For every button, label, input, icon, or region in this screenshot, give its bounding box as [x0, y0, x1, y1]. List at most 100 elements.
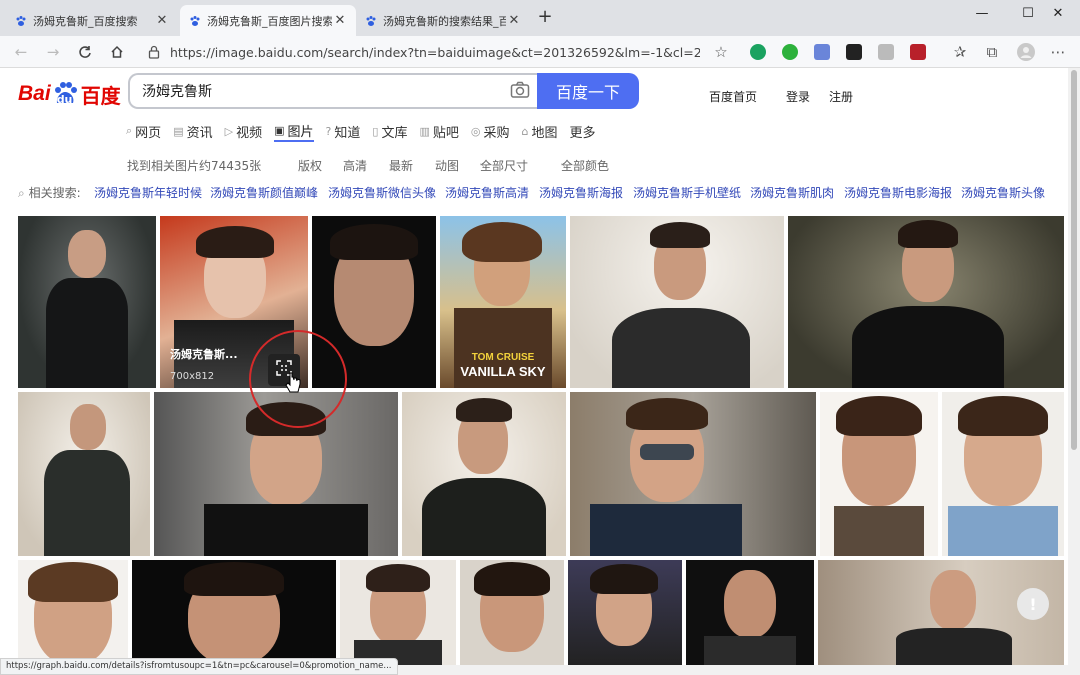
image-result[interactable] [942, 392, 1064, 556]
tab-search-results[interactable]: 汤姆克鲁斯的搜索结果_百度图片 ✕ [356, 5, 530, 36]
favorite-star-icon[interactable]: ☆ [709, 40, 733, 64]
search-button[interactable]: 百度一下 [537, 73, 639, 109]
favorites-list-icon[interactable]: ✰ [948, 40, 972, 64]
tab-title: 汤姆克鲁斯_百度搜索 [33, 14, 138, 28]
grid-extension-icon[interactable] [814, 44, 830, 60]
tab-news[interactable]: ▤ 资讯 [173, 120, 212, 142]
image-result[interactable] [402, 392, 566, 556]
related-link[interactable]: 汤姆克鲁斯海报 [539, 184, 623, 201]
search-input[interactable] [130, 75, 490, 107]
tab-close-icon[interactable]: ✕ [332, 13, 348, 28]
doc-icon: ▯ [372, 124, 379, 138]
tab-images[interactable]: ▣ 图片 [274, 120, 314, 142]
vertical-scrollbar[interactable] [1068, 68, 1080, 675]
filter-copyright[interactable]: 版权 [298, 157, 322, 174]
chevron-down-icon: ⌵ [561, 157, 571, 171]
image-result[interactable] [340, 560, 456, 665]
minimize-button[interactable]: — [960, 0, 1004, 26]
image-result[interactable] [460, 560, 564, 665]
related-link[interactable]: 汤姆克鲁斯高清 [445, 184, 529, 201]
collections-icon[interactable]: ⧉ [980, 40, 1004, 64]
login-link[interactable]: 登录 [786, 88, 810, 105]
related-link[interactable]: 汤姆克鲁斯颜值巅峰 [210, 184, 318, 201]
image-result[interactable] [570, 392, 816, 556]
image-result[interactable] [18, 216, 156, 388]
search-box [128, 73, 538, 109]
image-result[interactable] [132, 560, 336, 665]
lock-icon [148, 44, 160, 63]
tab-tieba[interactable]: ▥ 贴吧 [419, 120, 458, 142]
tab-close-icon[interactable]: ✕ [506, 13, 522, 28]
address-bar[interactable]: https://image.baidu.com/search/index?tn=… [136, 39, 736, 65]
tab-close-icon[interactable]: ✕ [154, 13, 170, 28]
tab-baidu-search[interactable]: 汤姆克鲁斯_百度搜索 ✕ [6, 5, 178, 36]
image-caption: 汤姆克鲁斯... [170, 348, 238, 361]
feedback-button[interactable]: ! [1017, 588, 1049, 620]
baidu-paw-icon [364, 14, 377, 27]
tab-map[interactable]: ⌂ 地图 [522, 120, 558, 142]
filter-hd[interactable]: 高清 [343, 157, 367, 174]
image-result[interactable] [820, 392, 938, 556]
shield-extension-icon[interactable] [878, 44, 894, 60]
baidu-home-link[interactable]: 百度首页 [709, 88, 757, 105]
tab-caigou[interactable]: ◎ 采购 [471, 120, 510, 142]
register-link[interactable]: 注册 [829, 88, 853, 105]
related-label: ⌕ 相关搜索: [18, 184, 81, 201]
related-link[interactable]: 汤姆克鲁斯手机壁纸 [633, 184, 741, 201]
image-result[interactable] [18, 392, 150, 556]
baidu-paw-icon [14, 14, 27, 27]
image-result[interactable] [570, 216, 784, 388]
news-icon: ▤ [173, 124, 184, 138]
tab-strip: 汤姆克鲁斯_百度搜索 ✕ 汤姆克鲁斯_百度图片搜索 ✕ 汤姆克鲁斯的搜索结果_百… [0, 0, 1080, 36]
image-result[interactable] [686, 560, 814, 665]
highlight-circle [249, 330, 347, 428]
question-icon: ? [325, 124, 332, 138]
related-link[interactable]: 汤姆克鲁斯肌肉 [750, 184, 834, 201]
media-extension-icon[interactable] [846, 44, 862, 60]
more-menu-icon[interactable]: ⋯ [1046, 40, 1070, 64]
image-result[interactable] [788, 216, 1064, 388]
map-icon: ⌂ [521, 124, 529, 138]
tab-baidu-image-search[interactable]: 汤姆克鲁斯_百度图片搜索 ✕ [180, 5, 356, 36]
baidu-paw-icon [188, 14, 201, 27]
tab-zhidao[interactable]: ? 知道 [326, 120, 361, 142]
refresh-icon[interactable] [73, 40, 97, 64]
tab-label: 地图 [531, 125, 558, 141]
home-icon[interactable] [105, 40, 129, 64]
tab-label: 视频 [236, 125, 263, 141]
forward-icon[interactable]: → [41, 40, 65, 64]
check-extension-icon[interactable] [782, 44, 798, 60]
profile-avatar-icon[interactable] [1014, 40, 1038, 64]
camera-search-icon[interactable] [510, 81, 530, 103]
tab-video[interactable]: ▷ 视频 [225, 120, 262, 142]
close-window-button[interactable]: ✕ [1036, 0, 1080, 26]
status-bar-url: https://graph.baidu.com/details?isfromtu… [0, 658, 398, 675]
back-icon[interactable]: ← [9, 40, 33, 64]
tab-wenku[interactable]: ▯ 文库 [372, 120, 407, 142]
tab-web[interactable]: ⌕ 网页 [126, 120, 161, 142]
search-icon: ⌕ [18, 186, 25, 200]
related-link[interactable]: 汤姆克鲁斯头像 [961, 184, 1045, 201]
browser-toolbar: ← → https://image.baidu.com/search/index… [0, 36, 1080, 90]
tab-label: 图片 [287, 124, 314, 140]
tieba-icon: ▥ [419, 124, 430, 138]
evernote-extension-icon[interactable] [750, 44, 766, 60]
new-tab-button[interactable]: + [534, 7, 556, 29]
filter-gif[interactable]: 动图 [435, 157, 459, 174]
related-link[interactable]: 汤姆克鲁斯电影海报 [844, 184, 952, 201]
filter-latest[interactable]: 最新 [389, 157, 413, 174]
image-result[interactable] [18, 560, 128, 665]
related-link[interactable]: 汤姆克鲁斯微信头像 [328, 184, 436, 201]
bookmark-extension-icon[interactable] [910, 44, 926, 60]
baidu-logo[interactable]: Bai du 百度 [18, 74, 121, 114]
tab-label: 知道 [334, 125, 361, 141]
tab-label: 贴吧 [432, 125, 459, 141]
vanilla-sky-poster[interactable]: TOM CRUISE VANILLA SKY [440, 216, 566, 388]
image-result[interactable] [568, 560, 682, 665]
chevron-down-icon: ⌵ [480, 157, 490, 171]
scrollbar-thumb[interactable] [1071, 70, 1077, 450]
baidu-paw-logo-icon: du [52, 81, 78, 107]
tab-more[interactable]: 更多 [570, 120, 596, 142]
related-link[interactable]: 汤姆克鲁斯年轻时候 [94, 184, 202, 201]
poster-title-line2: VANILLA SKY [460, 364, 546, 379]
